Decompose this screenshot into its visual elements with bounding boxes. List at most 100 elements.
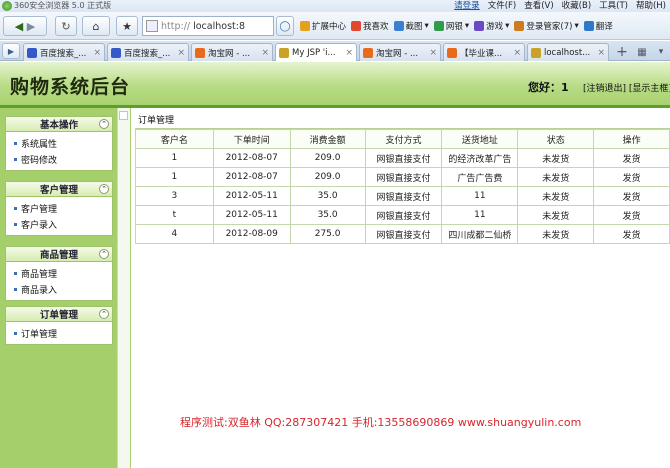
tab-close-icon[interactable]: × [261,48,269,58]
ship-order-link[interactable]: 发货 [593,148,670,168]
tab-close-icon[interactable]: × [177,48,185,58]
tab-label: 【毕业课... [460,48,503,59]
table-cell: 未发货 [517,205,595,225]
bullet-icon [14,141,17,145]
sidebar-panel: 客户管理 ⌃ 客户管理 客户录入 [5,181,113,236]
table-cell: 2012-05-11 [212,186,291,206]
table-cell: 未发货 [517,167,595,187]
sidebar-panel: 商品管理 ⌃ 商品管理 商品录入 [5,246,113,301]
toolbar-screenshot[interactable]: 截图 ▾ [393,20,429,32]
toolbar-extension-center[interactable]: 扩展中心 [300,20,346,32]
back-forward-button[interactable]: ◀ ▶ [3,16,47,36]
toolbar-online-banking[interactable]: 网银 ▾ [433,20,469,32]
table-cell: 未发货 [517,224,595,244]
refresh-button[interactable]: ↻ [55,16,77,36]
table-cell: 网银直接支付 [364,186,443,206]
sidebar-item[interactable]: 商品录入 [6,281,112,297]
sidebar-item[interactable]: 密码修改 [6,151,112,167]
tab-menu-button[interactable]: ▾ [652,44,670,60]
browser-tab[interactable]: 淘宝网 - ... × [191,43,273,61]
tab-favicon-icon [363,47,373,58]
sidebar-item-label: 客户管理 [21,204,58,215]
tab-close-icon[interactable]: × [513,48,521,58]
table-cell: 未发货 [517,186,595,206]
tab-close-icon[interactable]: × [345,48,353,58]
user-greeting: 您好：1 [528,81,569,94]
ship-order-link[interactable]: 发货 [593,205,670,225]
ship-order-link[interactable]: 发货 [593,186,670,206]
sidebar-toggle-button[interactable]: ▶ [2,43,20,59]
url-text: localhost:8 [193,20,245,32]
table-cell: 35.0 [289,205,366,225]
browser-tab[interactable]: 百度搜索_... × [107,43,189,61]
collapse-chevron-icon[interactable]: ⌃ [99,249,109,259]
home-button[interactable]: ⌂ [82,16,110,36]
tab-favicon-icon [27,47,37,58]
column-header: 操作 [593,129,670,149]
sidebar-panel-header[interactable]: 商品管理 ⌃ [6,247,112,262]
home-icon: ⌂ [92,19,100,33]
tab-label: 淘宝网 - ... [376,48,419,59]
table-row: 1 2012-08-07 209.0 网银直接支付 广告广告费 未发货 发货 [135,167,670,187]
new-tab-button[interactable]: + [613,44,631,60]
toolbar-login-manager[interactable]: 登录管家(7) ▾ [514,20,579,32]
sidebar-panel-header[interactable]: 订单管理 ⌃ [6,307,112,322]
ship-order-link[interactable]: 发货 [593,224,670,244]
toolbar-translate[interactable]: 翻译 [583,20,613,32]
collapse-chevron-icon[interactable]: ⌃ [99,119,109,129]
tab-close-icon[interactable]: × [429,48,437,58]
toolbar-games[interactable]: 游戏 ▾ [474,20,509,32]
browser-logo-icon [2,1,12,11]
tab-close-icon[interactable]: × [93,48,101,58]
sidebar-panel: 基本操作 ⌃ 系统属性 密码修改 [5,116,113,171]
admin-header: 购物系统后台 您好：1 [注销退出] [显示主框] [0,62,670,105]
menu-tools[interactable]: 工具(T) [599,0,628,12]
menu-login[interactable]: 请登录 [454,0,480,12]
tab-label: 淘宝网 - ... [208,48,251,59]
sidebar-item[interactable]: 订单管理 [6,325,112,341]
sidebar-item[interactable]: 客户管理 [6,200,112,216]
frame-splitter[interactable] [117,108,130,468]
back-arrow-icon: ◀ [14,19,24,33]
toolbar-favorites[interactable]: 我喜欢 [351,20,389,32]
browser-tab[interactable]: My JSP 'i... × [275,43,357,61]
admin-sidebar: 基本操作 ⌃ 系统属性 密码修改 客户管理 ⌃ 客户管理 客户录入 商品管理 ⌃ 商品管理 商品录入订… [0,108,131,468]
header-links[interactable]: [注销退出] [显示主框] [583,81,670,94]
sidebar-item[interactable]: 商品管理 [6,265,112,281]
table-cell: 2012-05-11 [212,205,291,225]
tab-list-button[interactable]: ▦ [633,44,651,60]
sidebar-item-label: 订单管理 [21,329,58,340]
browser-tab[interactable]: 百度搜索_... × [23,43,105,61]
security-shield-button[interactable]: ◯ [276,16,294,36]
tab-favicon-icon [531,47,541,58]
tab-label: My JSP 'i... [292,47,336,58]
sidebar-panel-header[interactable]: 客户管理 ⌃ [6,182,112,197]
tab-close-icon[interactable]: × [597,48,605,58]
tab-favicon-icon [195,47,205,58]
menu-view[interactable]: 查看(V) [524,0,553,12]
sidebar-item[interactable]: 客户录入 [6,216,112,232]
menu-favorites[interactable]: 收藏(B) [562,0,591,12]
table-cell: 11 [441,186,519,206]
collapse-chevron-icon[interactable]: ⌃ [99,309,109,319]
orders-section: 订单管理 客户名 下单时间 消费金额 支付方式 送货地址 状态 操作 1 2012-08-07… [135,115,670,244]
menu-help[interactable]: 帮助(H) [636,0,666,12]
sidebar-item[interactable]: 系统属性 [6,135,112,151]
browser-tab[interactable]: localhost... × [527,43,609,61]
address-bar[interactable]: http://localhost:8 [142,16,274,36]
table-cell: 35.0 [289,186,366,206]
browser-tab[interactable]: 淘宝网 - ... × [359,43,441,61]
browser-tab[interactable]: 【毕业课... × [443,43,525,61]
favorite-star-button[interactable]: ★ [116,16,138,36]
menu-file[interactable]: 文件(F) [488,0,517,12]
table-row: 3 2012-05-11 35.0 网银直接支付 11 未发货 发货 [135,186,670,206]
table-cell: 275.0 [289,224,366,244]
ship-order-link[interactable]: 发货 [593,167,670,187]
table-cell: 的经济改革广告 [441,148,519,168]
sidebar-item-label: 商品管理 [21,269,58,280]
sidebar-panel-header[interactable]: 基本操作 ⌃ [6,117,112,132]
bullet-icon [14,287,17,291]
sidebar-panel-title: 客户管理 [39,185,78,196]
table-cell: 11 [441,205,519,225]
collapse-chevron-icon[interactable]: ⌃ [99,184,109,194]
